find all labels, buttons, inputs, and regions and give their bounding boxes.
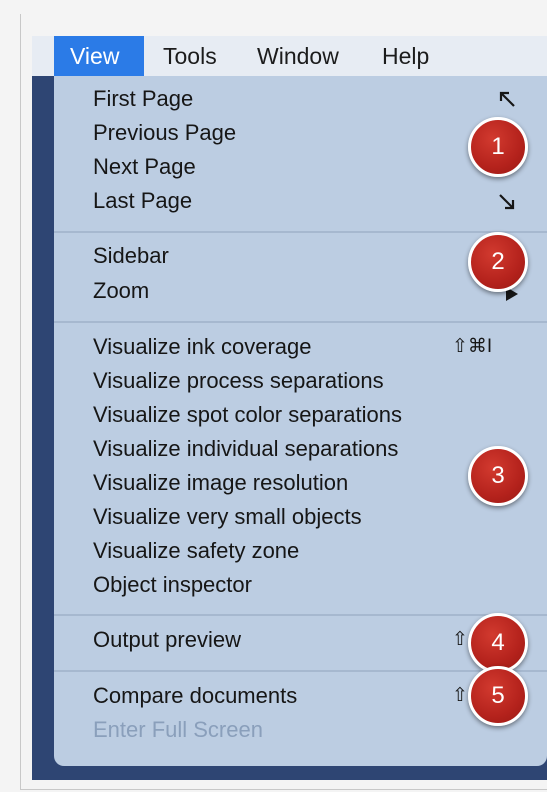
- callout-badge-2: 2: [468, 232, 528, 292]
- menu-window[interactable]: Window: [257, 36, 339, 76]
- view-menu-dropdown: First Page Previous Page Next Page Last …: [54, 76, 547, 766]
- screenshot-frame: View Tools Window Help First Page Previo…: [0, 0, 547, 792]
- callout-badge-3: 3: [468, 446, 528, 506]
- menu-item-sidebar[interactable]: Sidebar: [93, 242, 169, 270]
- menu-separator: [54, 614, 547, 616]
- menu-item-object-inspector[interactable]: Object inspector: [93, 571, 252, 599]
- menu-item-compare-documents[interactable]: Compare documents: [93, 682, 297, 710]
- callout-badge-5: 5: [468, 666, 528, 726]
- menu-item-visualize-spot-color-separations[interactable]: Visualize spot color separations: [93, 401, 402, 429]
- menu-separator: [54, 231, 547, 233]
- shortcut-visualize-ink-coverage: ⇧⌘I: [452, 336, 493, 357]
- menu-help[interactable]: Help: [382, 36, 429, 76]
- menu-item-previous-page[interactable]: Previous Page: [93, 119, 236, 147]
- menu-item-zoom[interactable]: Zoom: [93, 277, 149, 305]
- menu-bar: View Tools Window Help: [32, 36, 547, 76]
- menu-item-visualize-safety-zone[interactable]: Visualize safety zone: [93, 537, 299, 565]
- app-screenshot: View Tools Window Help First Page Previo…: [32, 36, 547, 780]
- menu-view[interactable]: View: [54, 36, 144, 76]
- menu-tools[interactable]: Tools: [163, 36, 217, 76]
- menu-item-visualize-ink-coverage[interactable]: Visualize ink coverage: [93, 333, 312, 361]
- arrow-down-right-icon: [499, 194, 515, 210]
- menu-item-output-preview[interactable]: Output preview: [93, 626, 241, 654]
- menu-item-visualize-image-resolution[interactable]: Visualize image resolution: [93, 469, 348, 497]
- menu-separator: [54, 321, 547, 323]
- arrow-up-left-icon: [499, 91, 515, 107]
- menu-item-visualize-process-separations[interactable]: Visualize process separations: [93, 367, 384, 395]
- menu-item-visualize-individual-separations[interactable]: Visualize individual separations: [93, 435, 398, 463]
- menu-item-last-page[interactable]: Last Page: [93, 187, 192, 215]
- menu-item-enter-full-screen: Enter Full Screen: [93, 717, 263, 742]
- menu-item-first-page[interactable]: First Page: [93, 85, 193, 113]
- callout-badge-1: 1: [468, 117, 528, 177]
- menu-item-visualize-very-small-objects[interactable]: Visualize very small objects: [93, 503, 362, 531]
- menu-separator: [54, 670, 547, 672]
- callout-badge-4: 4: [468, 613, 528, 673]
- menu-item-next-page[interactable]: Next Page: [93, 153, 196, 181]
